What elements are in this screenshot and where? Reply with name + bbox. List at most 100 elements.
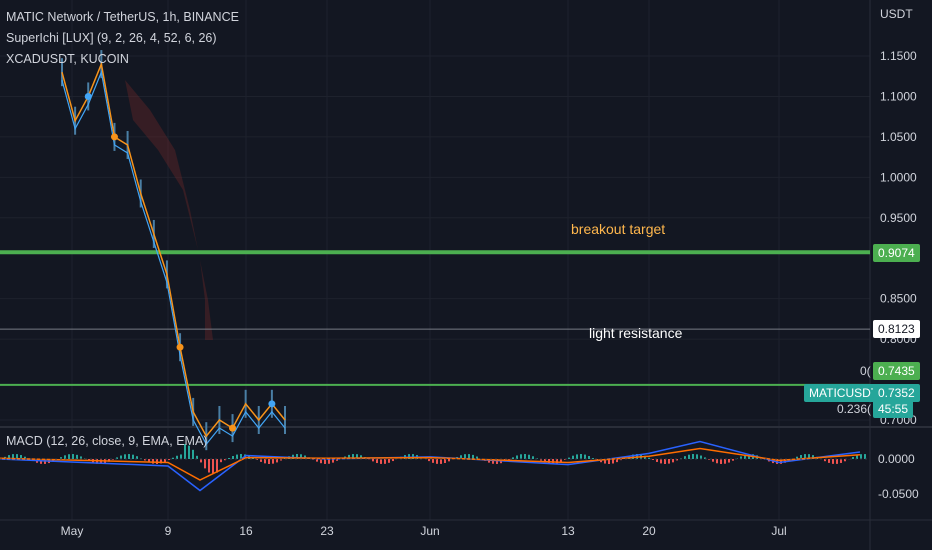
macd-hist-524: [524, 454, 526, 459]
macd-hist-860: [860, 454, 862, 459]
chart-canvas[interactable]: May 9 16 23 Jun 13 20 Jul USDT 1.1500 1.1000 1.0500…: [0, 0, 932, 550]
macd-hist-320: [320, 459, 322, 464]
macd-hist-232: [232, 455, 234, 459]
macd-hist-520: [520, 454, 522, 459]
macd-hist-508: [508, 459, 510, 460]
macd-hist-532: [532, 456, 534, 459]
x-tick-16: 16: [239, 524, 253, 538]
macd-hist-428: [428, 459, 430, 462]
macd-hist-124: [124, 454, 126, 459]
macd-hist-268: [268, 459, 270, 464]
macd-tick-0.0000: 0.0000: [878, 452, 915, 466]
macd-hist-696: [696, 454, 698, 459]
macd-hist-732: [732, 459, 734, 461]
macd-hist-592: [592, 458, 594, 459]
price-tick-1.0000: 1.0000: [880, 170, 917, 184]
signal-marker-9: [176, 343, 184, 351]
macd-hist-64: [64, 455, 66, 459]
signal-marker-4: [110, 133, 118, 141]
x-tick-9: 9: [165, 524, 172, 538]
macd-hist-276: [276, 459, 278, 463]
macd-hist-448: [448, 459, 450, 462]
macd-hist-228: [228, 458, 230, 459]
macd-hist-384: [384, 459, 386, 464]
support-price-badge: 0.7435: [873, 362, 920, 380]
macd-hist-216: [216, 459, 218, 473]
macd-hist-236: [236, 454, 238, 459]
macd-hist-728: [728, 459, 730, 463]
price-tick-0.9500: 0.9500: [880, 211, 917, 225]
x-tick-Jul: Jul: [771, 524, 786, 538]
macd-hist-372: [372, 459, 374, 462]
macd-hist-664: [664, 459, 666, 464]
macd-tick--0.0500: -0.0500: [878, 487, 919, 501]
x-tick-Jun: Jun: [420, 524, 439, 538]
signal-marker-2: [84, 92, 92, 100]
macd-hist-580: [580, 454, 582, 459]
macd-hist-324: [324, 459, 326, 464]
symbol-legend[interactable]: MATIC Network / TetherUS, 1h, BINANCE: [6, 10, 239, 24]
x-tick-23: 23: [320, 524, 334, 538]
macd-hist-652: [652, 459, 654, 460]
macd-hist-204: [204, 459, 206, 469]
macd-hist-264: [264, 459, 266, 464]
macd-hist-172: [172, 457, 174, 459]
macd-hist-112: [112, 459, 114, 460]
macd-hist-444: [444, 459, 446, 464]
macd-hist-200: [200, 459, 202, 463]
macd-hist-828: [828, 459, 830, 463]
signal-marker-13: [229, 424, 237, 432]
macd-hist-208: [208, 459, 210, 473]
macd-hist-864: [864, 454, 866, 459]
macd-hist-852: [852, 456, 854, 459]
macd-hist-660: [660, 459, 662, 464]
macd-hist-436: [436, 459, 438, 464]
macd-hist-724: [724, 459, 726, 464]
breakout-annotation: breakout target: [571, 221, 666, 237]
macd-hist-648: [648, 457, 650, 459]
macd-hist-440: [440, 459, 442, 464]
price-tick-1.1500: 1.1500: [880, 49, 917, 63]
x-tick-13: 13: [561, 524, 575, 538]
macd-hist-700: [700, 455, 702, 459]
macd-hist-832: [832, 459, 834, 464]
macd-hist-128: [128, 454, 130, 459]
macd-hist-180: [180, 454, 182, 459]
macd-hist-376: [376, 459, 378, 464]
resistance-annotation: light resistance: [589, 325, 683, 341]
macd-hist-668: [668, 459, 670, 464]
macd-hist-76: [76, 454, 78, 459]
macd-hist-152: [152, 459, 154, 464]
macd-hist-388: [388, 459, 390, 463]
fib-0-label: 0(: [860, 364, 871, 378]
price-tick-1.1000: 1.1000: [880, 89, 917, 103]
signal-marker-16: [268, 400, 276, 408]
background: [0, 0, 932, 550]
macd-hist-272: [272, 459, 274, 464]
macd-hist-120: [120, 455, 122, 459]
macd-hist-572: [572, 455, 574, 459]
macd-hist-712: [712, 459, 714, 462]
macd-legend[interactable]: MACD (12, 26, close, 9, EMA, EMA): [6, 434, 207, 448]
breakout-price-badge: 0.9074: [873, 244, 920, 262]
macd-hist-672: [672, 459, 674, 463]
x-tick-May: May: [61, 524, 84, 538]
macd-hist-568: [568, 457, 570, 459]
indicator-legend[interactable]: SuperIchi [LUX] (9, 2, 26, 4, 52, 6, 26): [6, 31, 217, 45]
x-tick-20: 20: [642, 524, 656, 538]
resistance-price-badge: 0.8123: [873, 320, 920, 338]
macd-hist-528: [528, 454, 530, 459]
macd-hist-68: [68, 454, 70, 459]
macd-hist-708: [708, 459, 710, 460]
macd-hist-836: [836, 459, 838, 464]
macd-hist-212: [212, 459, 214, 474]
macd-hist-380: [380, 459, 382, 464]
macd-hist-132: [132, 454, 134, 459]
compare-legend[interactable]: XCADUSDT, KUCOIN: [6, 52, 129, 66]
price-unit-label: USDT: [880, 7, 913, 21]
macd-hist-584: [584, 454, 586, 459]
macd-hist-72: [72, 454, 74, 459]
macd-hist-432: [432, 459, 434, 463]
macd-hist-840: [840, 459, 842, 463]
macd-hist-688: [688, 454, 690, 459]
